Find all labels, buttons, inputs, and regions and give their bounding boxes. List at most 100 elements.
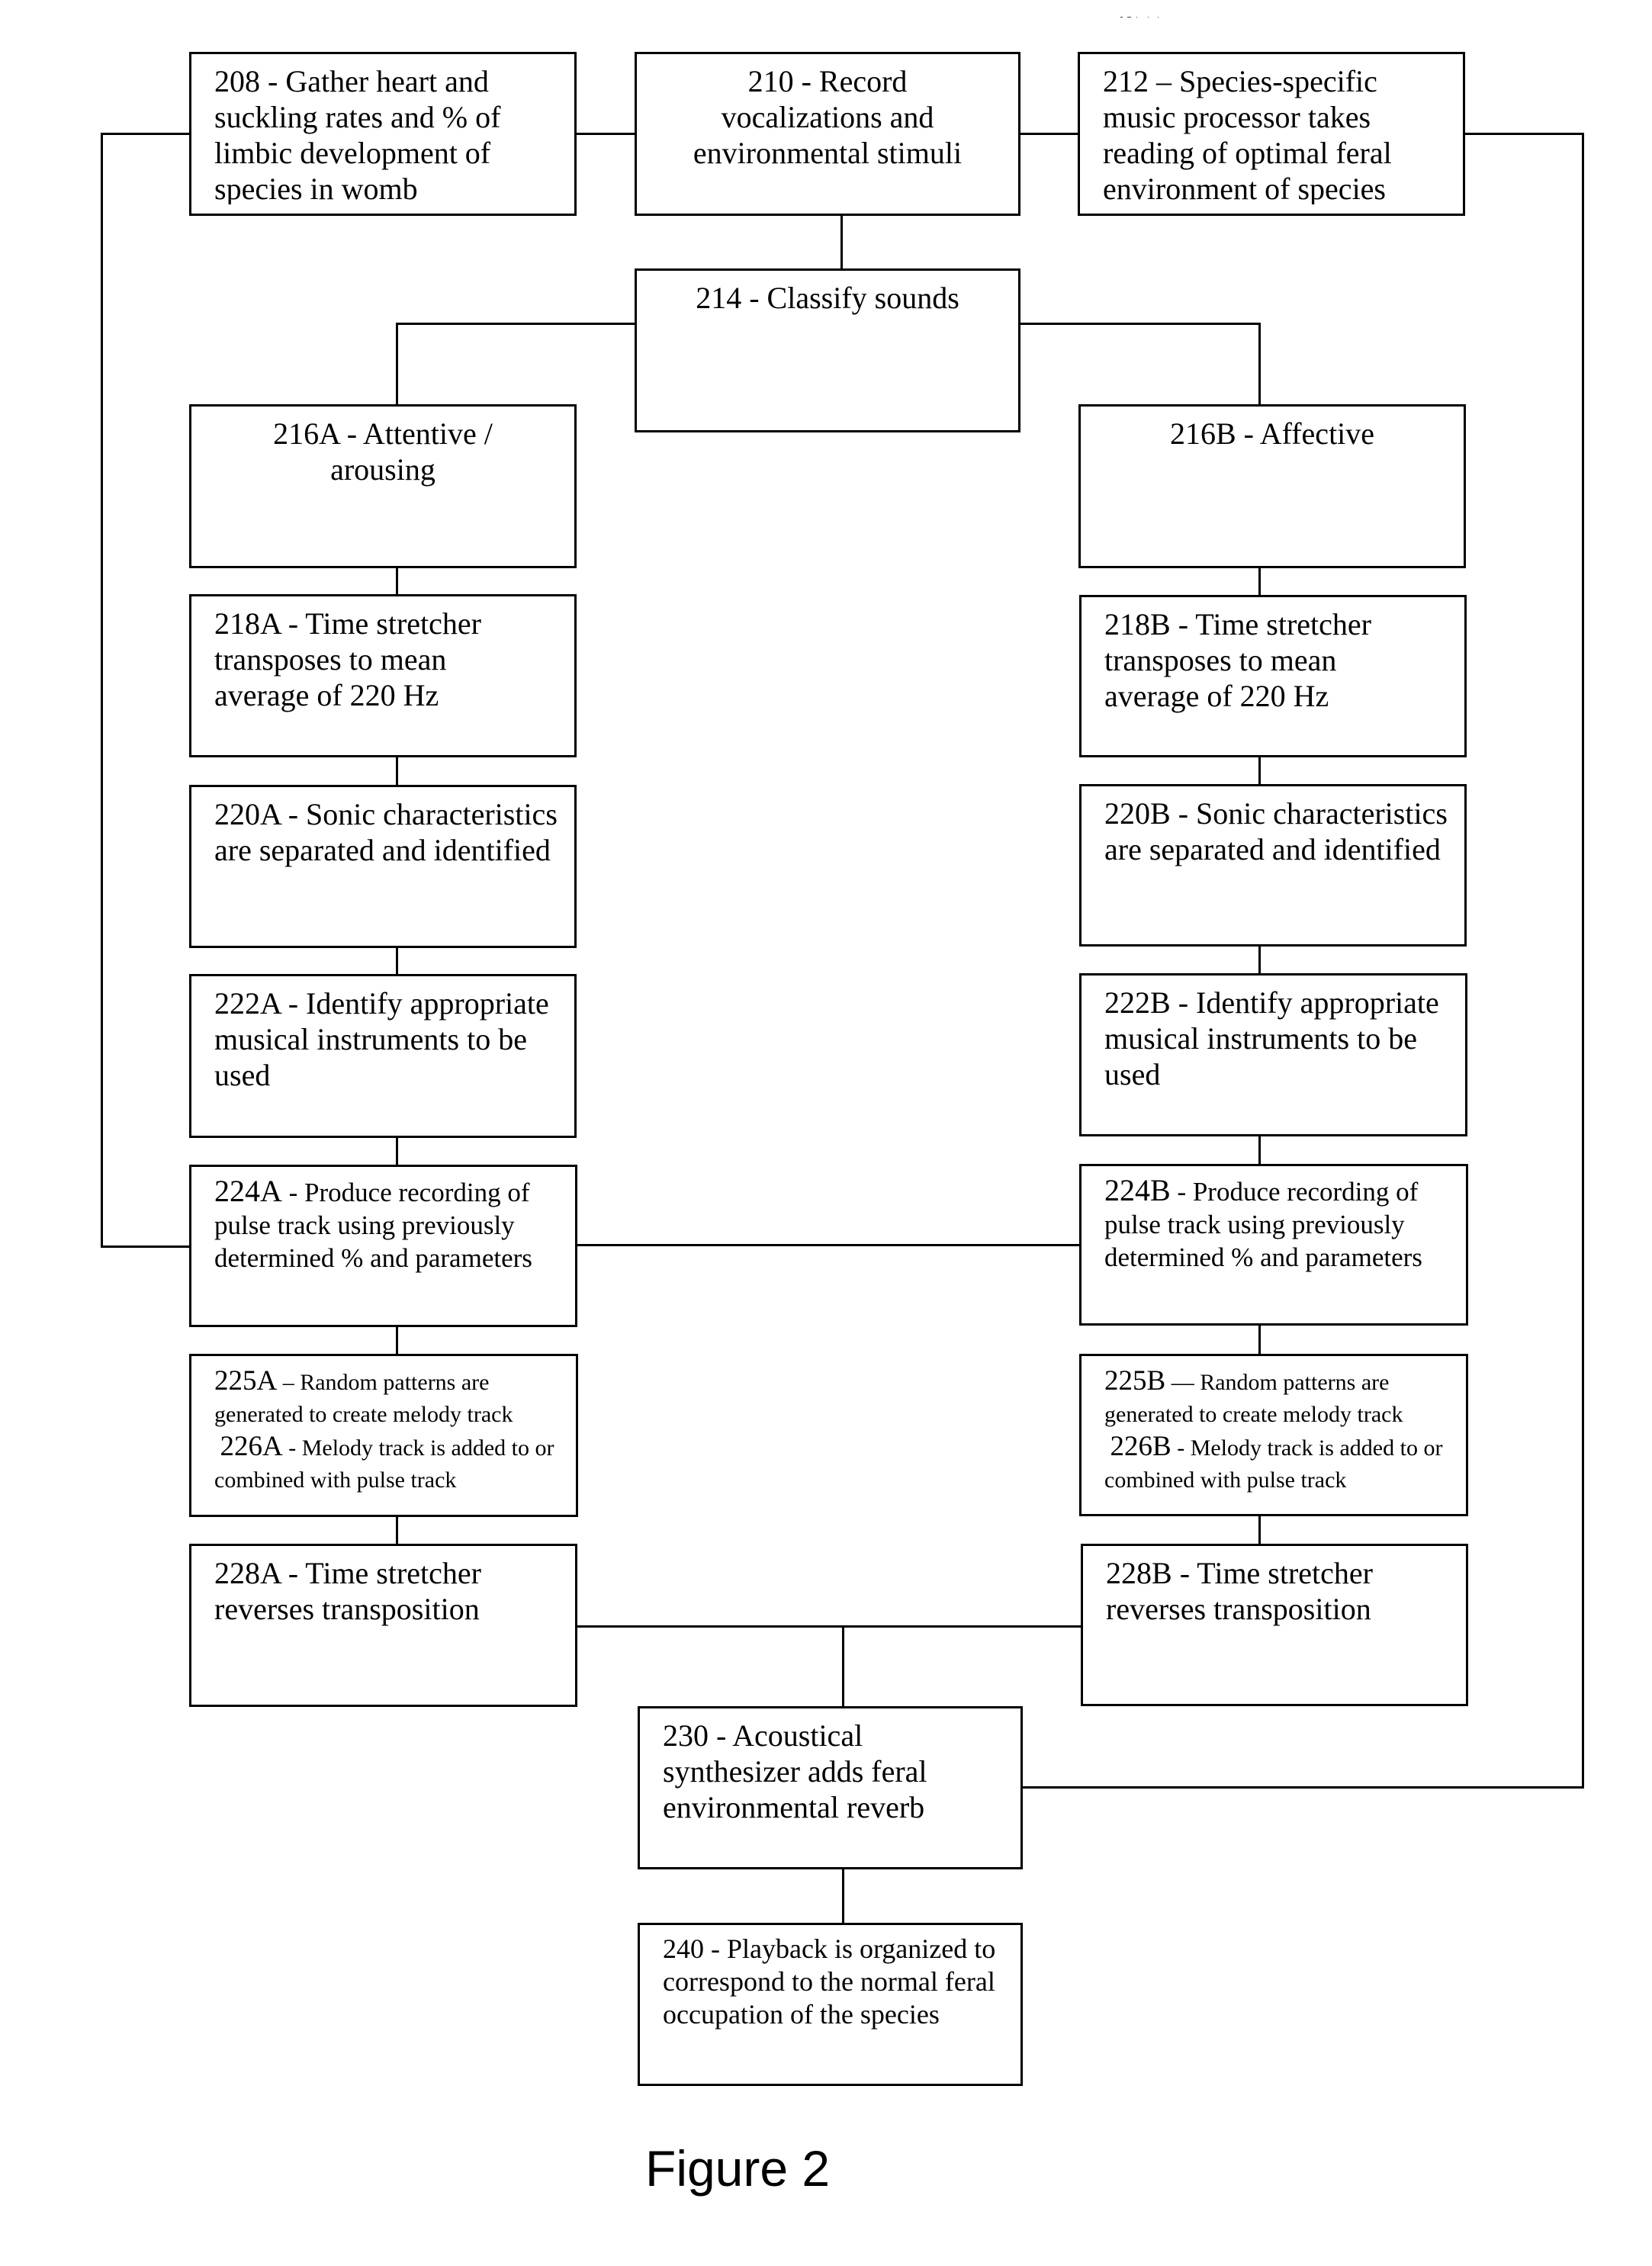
step-separator: - — [704, 1933, 727, 1964]
step-240-box: 240 - Playback is organized to correspon… — [638, 1923, 1023, 2086]
step-number: 228B — [1106, 1556, 1172, 1590]
connector-216b-218b — [1258, 567, 1261, 596]
step-224a-text: 224A - Produce recording of pulse track … — [214, 1175, 564, 1274]
step-description: Classify sounds — [767, 281, 959, 315]
step-separator: - — [260, 64, 286, 98]
step-228b-box: 228B - Time stretcher reverses transposi… — [1081, 1544, 1468, 1706]
step-number-secondary: 226A — [220, 1431, 283, 1462]
step-number: 214 — [696, 281, 742, 315]
step-230-box: 230 - Acoustical synthesizer adds feral … — [638, 1706, 1023, 1869]
step-separator: - — [280, 1556, 306, 1590]
connector-right-loop-to-230 — [1022, 1786, 1584, 1789]
step-220a-text: 220A - Sonic characteristics are separat… — [214, 796, 564, 868]
connector-228a-228b — [575, 1625, 1082, 1628]
step-number: 218B — [1104, 607, 1171, 641]
connector-224a-225a — [396, 1326, 398, 1355]
step-number: 225B — [1104, 1365, 1166, 1397]
connector-214-left-branch — [396, 323, 636, 325]
step-208-text: 208 - Gather heart and suckling rates an… — [214, 63, 564, 204]
connector-224b-225b — [1258, 1324, 1261, 1355]
step-separator: - — [793, 64, 819, 98]
step-number: 210 — [747, 64, 794, 98]
connector-left-loop — [101, 133, 103, 1248]
step-218a-box: 218A - Time stretcher transposes to mean… — [189, 594, 577, 757]
step-216a-text: 216A - Attentive / arousing — [237, 416, 529, 487]
step-number: 218A — [214, 606, 281, 641]
connector-220a-222a — [396, 947, 398, 976]
step-222b-text: 222B - Identify appropriate musical inst… — [1104, 985, 1454, 1092]
connector-218a-220a — [396, 756, 398, 786]
scan-artifact — [1148, 17, 1149, 18]
step-separator: - — [1170, 985, 1197, 1020]
scan-artifact — [1120, 17, 1123, 18]
step-description: Record vocalizations and environmental s… — [693, 64, 963, 170]
step-225a-226a-box: 225A – Random patterns are generated to … — [189, 1354, 578, 1517]
step-separator: - — [282, 1435, 302, 1461]
step-separator: - — [1172, 1556, 1197, 1590]
step-number: 240 — [663, 1933, 704, 1964]
step-210-box: 210 - Record vocalizations and environme… — [635, 52, 1020, 216]
step-212-clip: 212 – Species-specific music processor t… — [1080, 54, 1463, 204]
step-number: 216A — [273, 416, 339, 451]
step-224b-text: 224B - Produce recording of pulse track … — [1104, 1174, 1455, 1274]
step-number-secondary: 226B — [1110, 1431, 1172, 1462]
step-214-text: 214 - Classify sounds — [644, 280, 1011, 316]
step-240-text: 240 - Playback is organized to correspon… — [663, 1933, 1010, 2031]
step-separator: – — [277, 1370, 301, 1395]
connector-228-to-230 — [842, 1625, 844, 1708]
step-separator: - — [280, 797, 307, 831]
step-218b-text: 218B - Time stretcher transposes to mean… — [1104, 606, 1403, 714]
connector-210-212 — [1019, 133, 1079, 135]
step-216b-box: 216B - Affective — [1078, 404, 1466, 568]
step-210-text: 210 - Record vocalizations and environme… — [667, 63, 988, 171]
step-number: 220B — [1104, 796, 1171, 831]
connector-220b-222b — [1258, 945, 1261, 975]
step-number: 230 — [663, 1718, 709, 1753]
step-number: 212 — [1103, 64, 1149, 98]
connector-right-loop — [1582, 133, 1584, 1789]
connector-225b-228b — [1258, 1515, 1261, 1545]
step-separator: - — [281, 1178, 305, 1207]
step-separator: - — [1170, 1177, 1193, 1207]
connector-230-240 — [842, 1868, 844, 1924]
step-separator: — — [1165, 1370, 1200, 1395]
step-222a-text: 222A - Identify appropriate musical inst… — [214, 985, 564, 1093]
connector-214-right-branch — [1019, 323, 1261, 325]
step-216a-box: 216A - Attentive / arousing — [189, 404, 577, 568]
connector-222b-224b — [1258, 1135, 1261, 1165]
step-number: 225A — [214, 1365, 278, 1397]
step-220a-box: 220A - Sonic characteristics are separat… — [189, 785, 577, 948]
step-216b-text: 216B - Affective — [1088, 416, 1456, 452]
step-214-box: 214 - Classify sounds — [635, 268, 1020, 432]
step-separator: - — [1236, 416, 1260, 451]
step-222b-box: 222B - Identify appropriate musical inst… — [1079, 973, 1467, 1136]
step-number: 228A — [214, 1556, 281, 1590]
scan-artifact — [1136, 17, 1137, 18]
connector-216a-218a — [396, 567, 398, 596]
connector-branch-to-216a — [396, 323, 398, 406]
step-separator: – — [1149, 64, 1179, 98]
connector-218b-220b — [1258, 756, 1261, 786]
step-224a-box: 224A - Produce recording of pulse track … — [189, 1165, 577, 1327]
step-number: 224A — [214, 1174, 282, 1208]
step-number: 224B — [1104, 1173, 1171, 1207]
figure-caption: Figure 2 — [645, 2140, 831, 2197]
step-212-text: 212 – Species-specific music processor t… — [1103, 63, 1452, 204]
step-225b-226b-text: 225B — Random patterns are generated to … — [1104, 1365, 1460, 1496]
step-228b-text: 228B - Time stretcher reverses transposi… — [1106, 1555, 1420, 1627]
connector-208-210 — [575, 133, 636, 135]
step-separator: - — [1171, 1435, 1191, 1461]
step-separator: - — [339, 416, 363, 451]
step-218a-text: 218A - Time stretcher transposes to mean… — [214, 606, 513, 713]
step-separator: - — [709, 1718, 733, 1753]
scan-artifact — [1127, 17, 1131, 18]
step-separator: - — [280, 606, 306, 641]
step-number: 222B — [1104, 985, 1171, 1020]
step-220b-box: 220B - Sonic characteristics are separat… — [1079, 784, 1467, 947]
step-208-box: 208 - Gather heart and suckling rates an… — [189, 52, 577, 216]
step-number: 222A — [214, 986, 281, 1021]
step-220b-text: 220B - Sonic characteristics are separat… — [1104, 796, 1454, 867]
step-separator: - — [280, 986, 307, 1021]
scan-artifact — [1158, 17, 1159, 18]
connector-210-214 — [840, 214, 843, 270]
